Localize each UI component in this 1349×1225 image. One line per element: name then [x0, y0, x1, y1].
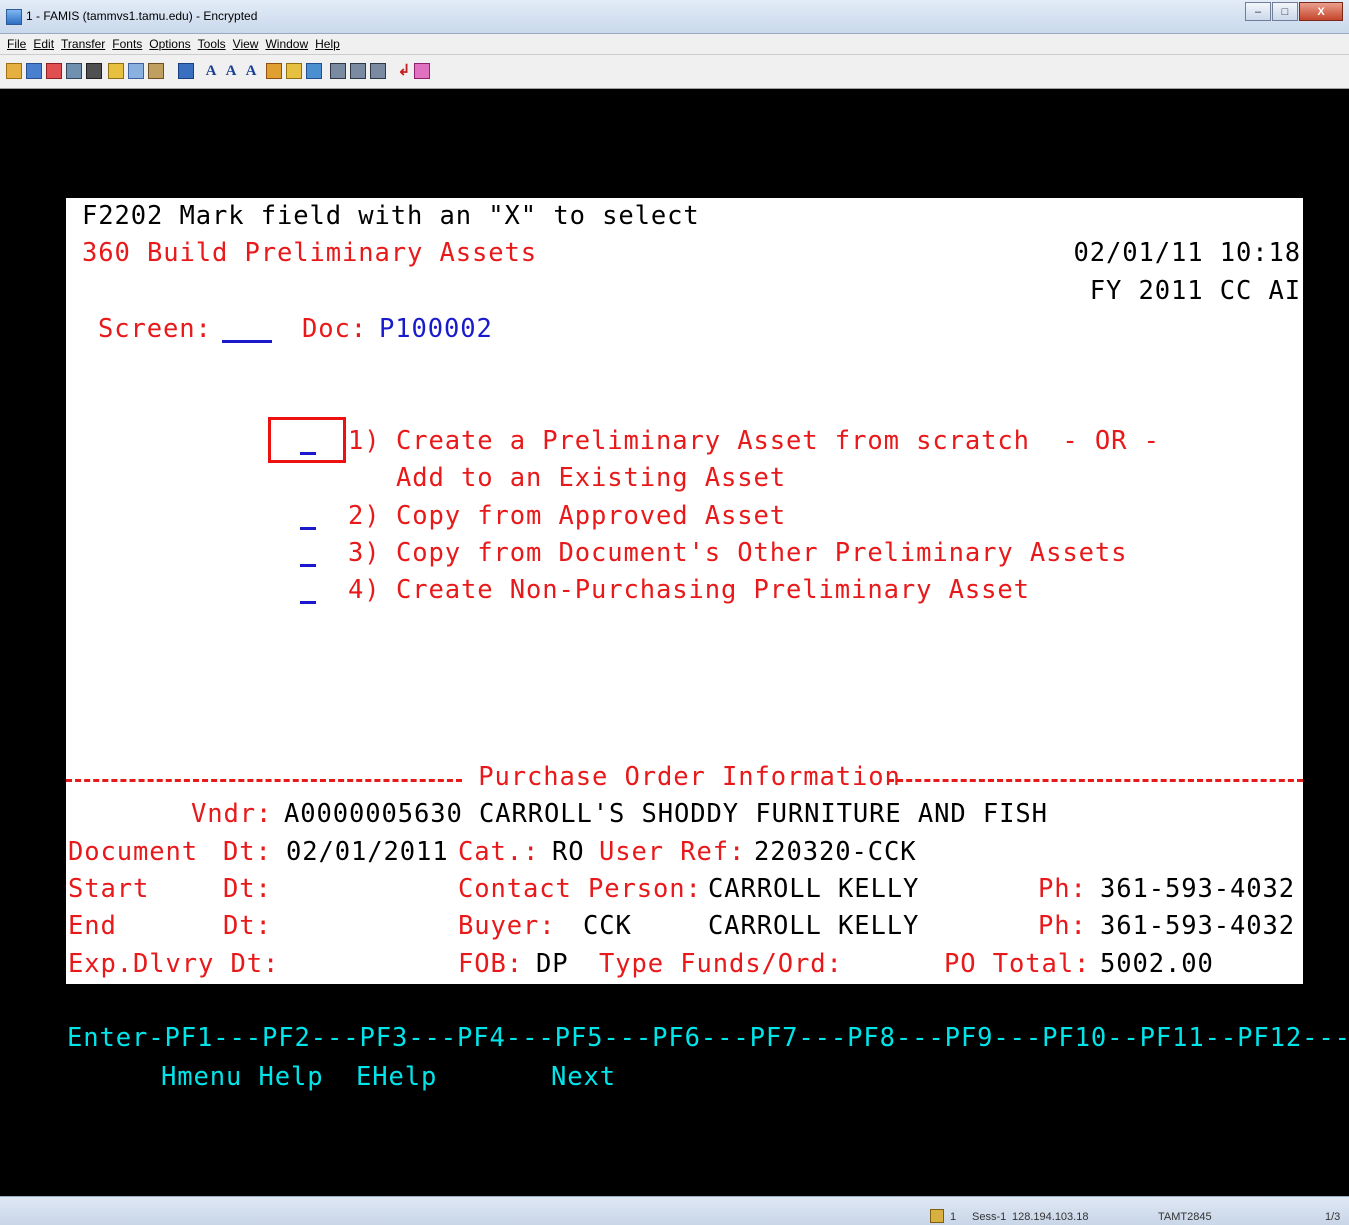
doc-label: Doc:: [302, 314, 368, 344]
option-3-text: Copy from Document's Other Preliminary A…: [396, 538, 1128, 568]
selection-highlight: [268, 417, 346, 463]
app-icon: [6, 9, 22, 25]
exp-dlvry-label: Exp.Dlvry Dt:: [68, 949, 280, 979]
document-label: Document: [68, 837, 199, 867]
vndr-value: A0000005630 CARROLL'S SHODDY FURNITURE A…: [284, 799, 1048, 829]
font-larger-icon[interactable]: A: [243, 63, 259, 79]
font-smaller-icon[interactable]: A: [223, 63, 239, 79]
option-1-text: Create a Preliminary Asset from scratch …: [396, 426, 1160, 456]
option-3-number: 3): [348, 538, 381, 568]
screen-header: F2202 Mark field with an "X" to select: [82, 201, 700, 231]
option-3-field[interactable]: [300, 538, 316, 568]
po-total-label: PO Total:: [944, 949, 1091, 979]
status-bar: 1 Sess-1 128.194.103.18 TAMT2845 1/3: [0, 1196, 1349, 1225]
po-section-divider: Purchase Order Information: [66, 762, 1303, 792]
contact-ph-value: 361-593-4032: [1100, 874, 1296, 904]
properties-icon[interactable]: [66, 63, 82, 79]
cat-value: RO: [552, 837, 585, 867]
option-2-text: Copy from Approved Asset: [396, 501, 787, 531]
macro-icon[interactable]: [266, 63, 282, 79]
start-label: Start: [68, 874, 150, 904]
play-icon[interactable]: [306, 63, 322, 79]
menu-window[interactable]: Window: [265, 34, 308, 54]
buyer-ph-label: Ph:: [1038, 911, 1087, 941]
cat-label: Cat.:: [458, 837, 540, 867]
transfer-icon[interactable]: [178, 63, 194, 79]
new-session-icon[interactable]: [46, 63, 62, 79]
po-total-value: 5002.00: [1100, 949, 1214, 979]
buyer-ph-value: 361-593-4032: [1100, 911, 1296, 941]
toolbar: A A A ↲: [0, 55, 1349, 89]
maximize-button[interactable]: □: [1272, 2, 1298, 21]
type-funds-label: Type Funds/Ord:: [599, 949, 843, 979]
screen-field[interactable]: [222, 314, 272, 344]
window-titlebar: 1 - FAMIS (tammvs1.tamu.edu) - Encrypted…: [0, 0, 1349, 34]
option-4-field[interactable]: [300, 575, 316, 605]
contact-label: Contact Person:: [458, 874, 702, 904]
status-terminal: TAMT2845: [1158, 1211, 1212, 1223]
screen-title: 360 Build Preliminary Assets: [82, 238, 538, 268]
datetime: 02/01/11 10:18: [1073, 238, 1301, 268]
end-label: End: [68, 911, 117, 941]
document-dt-label: Dt:: [223, 837, 272, 867]
doc-value: P100002: [379, 314, 493, 344]
status-session: Sess-1: [972, 1211, 1007, 1223]
window-title: 1 - FAMIS (tammvs1.tamu.edu) - Encrypted: [26, 9, 258, 23]
enter-icon[interactable]: ↲: [396, 63, 412, 79]
paste-icon[interactable]: [148, 63, 164, 79]
close-button[interactable]: X: [1299, 2, 1343, 21]
window-controls: – □ X: [1244, 2, 1343, 21]
menu-tools[interactable]: Tools: [198, 34, 226, 54]
option-4-number: 4): [348, 575, 381, 605]
vndr-label: Vndr:: [191, 799, 273, 829]
menu-fonts[interactable]: Fonts: [112, 34, 142, 54]
option-2-number: 2): [348, 501, 381, 531]
fob-value: DP: [536, 949, 569, 979]
option-4-text: Create Non-Purchasing Preliminary Asset: [396, 575, 1030, 605]
menu-edit[interactable]: Edit: [33, 34, 54, 54]
option-1-continuation: Add to an Existing Asset: [396, 463, 787, 493]
buyer-code: CCK: [583, 911, 632, 941]
lock-icon: [930, 1209, 944, 1223]
option-1-number: 1): [348, 426, 381, 456]
minimize-button[interactable]: –: [1245, 2, 1271, 21]
document-dt-value: 02/01/2011: [286, 837, 449, 867]
po-section-title: Purchase Order Information: [462, 762, 918, 792]
cut-icon[interactable]: [108, 63, 124, 79]
fy-line: FY 2011 CC AI: [1089, 276, 1301, 306]
contact-value: CARROLL KELLY: [708, 874, 920, 904]
menu-view[interactable]: View: [233, 34, 259, 54]
end-dt-label: Dt:: [223, 911, 272, 941]
start-dt-label: Dt:: [223, 874, 272, 904]
user-ref-label: User Ref:: [599, 837, 746, 867]
status-ip: 128.194.103.18: [1012, 1211, 1089, 1223]
option-2-field[interactable]: [300, 501, 316, 531]
status-page: 1/3: [1325, 1211, 1341, 1223]
menu-transfer[interactable]: Transfer: [61, 34, 105, 54]
menu-options[interactable]: Options: [149, 34, 190, 54]
pa3-icon[interactable]: [370, 63, 386, 79]
pa1-icon[interactable]: [330, 63, 346, 79]
contact-ph-label: Ph:: [1038, 874, 1087, 904]
mainframe-screen: F2202 Mark field with an "X" to select 3…: [66, 198, 1303, 984]
user-ref-value: 220320-CCK: [754, 837, 917, 867]
buyer-name: CARROLL KELLY: [708, 911, 920, 941]
record-icon[interactable]: [286, 63, 302, 79]
menu-help[interactable]: Help: [315, 34, 340, 54]
pf-keys-labels: Hmenu Help EHelp Next: [161, 1062, 617, 1092]
status-lock-count: 1: [950, 1211, 957, 1223]
clear-icon[interactable]: [414, 63, 430, 79]
menu-file[interactable]: File: [7, 34, 26, 54]
screen-label: Screen:: [98, 314, 212, 344]
open-session-icon[interactable]: [26, 63, 42, 79]
connect-icon[interactable]: [6, 63, 22, 79]
buyer-label: Buyer:: [458, 911, 556, 941]
font-icon[interactable]: A: [203, 63, 219, 79]
pf-keys-line: Enter-PF1---PF2---PF3---PF4---PF5---PF6-…: [67, 1023, 1349, 1053]
copy-icon[interactable]: [128, 63, 144, 79]
print-icon[interactable]: [86, 63, 102, 79]
pa2-icon[interactable]: [350, 63, 366, 79]
menu-bar: File Edit Transfer Fonts Options Tools View Win…: [0, 34, 1349, 55]
fob-label: FOB:: [458, 949, 524, 979]
